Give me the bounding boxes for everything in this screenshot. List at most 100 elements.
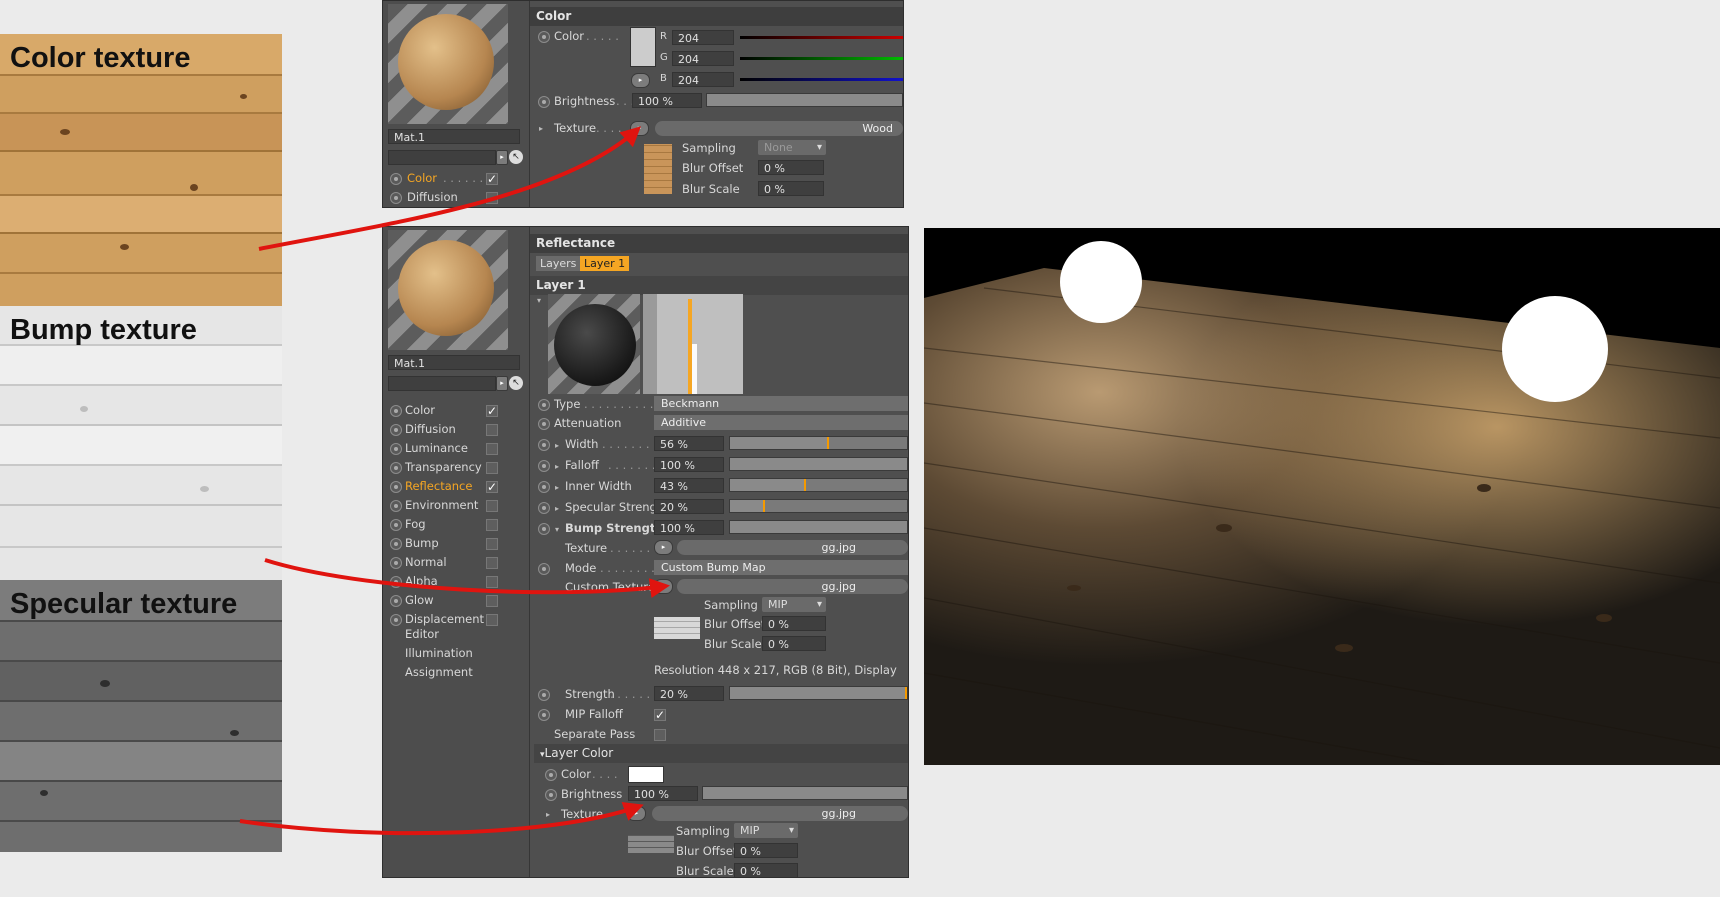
channel-checkbox[interactable] xyxy=(486,576,498,588)
mode-dropdown[interactable]: Custom Bump Map xyxy=(654,560,908,575)
channel-checkbox[interactable] xyxy=(486,595,498,607)
lc-color-radio[interactable] xyxy=(545,769,557,781)
brightness-field[interactable]: 100 % xyxy=(632,93,702,108)
channel-checkbox[interactable] xyxy=(486,424,498,436)
channel-label[interactable]: Alpha xyxy=(405,574,438,588)
g-value-field[interactable]: 204 xyxy=(672,51,734,66)
g-slider[interactable] xyxy=(740,57,903,60)
channel-checkbox[interactable] xyxy=(486,462,498,474)
lc-blur-offset-field[interactable]: 0 % xyxy=(734,843,798,858)
lc-brightness-radio[interactable] xyxy=(545,789,557,801)
channel-checkbox[interactable] xyxy=(486,443,498,455)
lc-sampling-dropdown[interactable]: MIP xyxy=(734,823,798,838)
channel-label[interactable]: Bump xyxy=(405,536,439,550)
channel-checkbox[interactable] xyxy=(486,500,498,512)
channel-label[interactable]: Normal xyxy=(405,555,447,569)
diffusion-channel-radio[interactable] xyxy=(390,192,402,204)
channel-radio[interactable] xyxy=(390,405,402,417)
lc-texture-field[interactable]: gg.jpg xyxy=(652,806,908,821)
texture-menu-button[interactable]: ▸ xyxy=(630,121,649,136)
color-swatch[interactable] xyxy=(630,27,656,67)
inner-width-slider[interactable] xyxy=(729,478,908,492)
lc-brightness-field[interactable]: 100 % xyxy=(628,786,698,801)
pick-cursor-icon[interactable]: ↖ xyxy=(509,150,523,164)
attenuation-dropdown[interactable]: Additive xyxy=(654,415,908,430)
specular-strength-slider[interactable] xyxy=(729,499,908,513)
color-param-radio[interactable] xyxy=(538,31,550,43)
channel-checkbox[interactable] xyxy=(486,538,498,550)
channel-radio[interactable] xyxy=(390,538,402,550)
pick-cursor-icon[interactable]: ↖ xyxy=(509,376,523,390)
channel-radio[interactable] xyxy=(390,557,402,569)
custom-texture-field[interactable]: gg.jpg xyxy=(677,579,908,594)
falloff-slider[interactable] xyxy=(729,457,908,471)
channel-radio[interactable] xyxy=(390,576,402,588)
channel-label[interactable]: Displacement xyxy=(405,612,484,626)
mip-falloff-radio[interactable] xyxy=(538,709,550,721)
brightness-slider[interactable] xyxy=(706,93,903,107)
blur-scale-field[interactable]: 0 % xyxy=(758,181,824,196)
strength-field[interactable]: 20 % xyxy=(654,686,724,701)
width-field[interactable]: 56 % xyxy=(654,436,724,451)
bump-strength-field[interactable]: 100 % xyxy=(654,520,724,535)
lc-brightness-slider[interactable] xyxy=(702,786,908,800)
channel-radio[interactable] xyxy=(390,443,402,455)
lc-texture-menu-button[interactable]: ▸ xyxy=(627,806,646,821)
channel-assignment[interactable]: Assignment xyxy=(405,665,473,679)
color-channel-checkbox[interactable]: ✓ xyxy=(486,173,498,185)
brightness-radio[interactable] xyxy=(538,96,550,108)
mode-radio[interactable] xyxy=(538,563,550,575)
sampling-dropdown[interactable]: None xyxy=(758,140,826,155)
tab-layer-1[interactable]: Layer 1 xyxy=(580,256,630,271)
channel-radio[interactable] xyxy=(390,595,402,607)
channel-radio[interactable] xyxy=(390,424,402,436)
specular-strength-radio[interactable] xyxy=(538,502,550,514)
channel-label[interactable]: Reflectance xyxy=(405,479,472,493)
width-radio[interactable] xyxy=(538,439,550,451)
b-value-field[interactable]: 204 xyxy=(672,72,734,87)
channel-label[interactable]: Glow xyxy=(405,593,434,607)
r-value-field[interactable]: 204 xyxy=(672,30,734,45)
blur-offset-field[interactable]: 0 % xyxy=(762,616,826,631)
bump-strength-slider[interactable] xyxy=(729,520,908,534)
channel-checkbox[interactable] xyxy=(486,519,498,531)
type-dropdown[interactable]: Beckmann xyxy=(654,396,908,411)
material-menu-button[interactable]: ▸ xyxy=(496,150,508,165)
bump-texture-field[interactable]: gg.jpg xyxy=(677,540,908,555)
material-search-field[interactable] xyxy=(388,376,496,391)
material-name-field[interactable]: Mat.1 xyxy=(388,129,520,144)
channel-label-color[interactable]: Color xyxy=(407,171,437,185)
bump-texture-menu-button[interactable]: ▸ xyxy=(654,540,673,555)
channel-label[interactable]: Color xyxy=(405,403,435,417)
channel-checkbox[interactable]: ✓ xyxy=(486,405,498,417)
channel-checkbox[interactable] xyxy=(486,557,498,569)
channel-checkbox[interactable] xyxy=(486,614,498,626)
channel-label[interactable]: Environment xyxy=(405,498,478,512)
inner-width-field[interactable]: 43 % xyxy=(654,478,724,493)
strength-radio[interactable] xyxy=(538,689,550,701)
channel-checkbox[interactable]: ✓ xyxy=(486,481,498,493)
channel-radio[interactable] xyxy=(390,614,402,626)
bump-strength-radio[interactable] xyxy=(538,523,550,535)
texture-name-field[interactable]: Wood xyxy=(655,121,903,136)
material-search-field[interactable] xyxy=(388,150,496,165)
channel-label[interactable]: Diffusion xyxy=(405,422,456,436)
lc-blur-scale-field[interactable]: 0 % xyxy=(734,863,798,877)
channel-label[interactable]: Fog xyxy=(405,517,426,531)
custom-texture-menu-button[interactable]: ▸ xyxy=(654,579,673,594)
b-slider[interactable] xyxy=(740,78,903,81)
mip-falloff-checkbox[interactable]: ✓ xyxy=(654,709,666,721)
channel-illumination[interactable]: Illumination xyxy=(405,646,473,660)
blur-scale-field[interactable]: 0 % xyxy=(762,636,826,651)
channel-label[interactable]: Transparency xyxy=(405,460,482,474)
lc-color-swatch[interactable] xyxy=(628,766,664,783)
separate-pass-checkbox[interactable] xyxy=(654,729,666,741)
falloff-radio[interactable] xyxy=(538,460,550,472)
material-menu-button[interactable]: ▸ xyxy=(496,376,508,391)
channel-radio[interactable] xyxy=(390,500,402,512)
layer-color-header[interactable]: ▾Layer Color xyxy=(534,744,908,763)
color-channel-radio[interactable] xyxy=(390,173,402,185)
channel-radio[interactable] xyxy=(390,481,402,493)
color-mode-button[interactable]: ▸ xyxy=(631,73,650,88)
sampling-dropdown[interactable]: MIP xyxy=(762,597,826,612)
